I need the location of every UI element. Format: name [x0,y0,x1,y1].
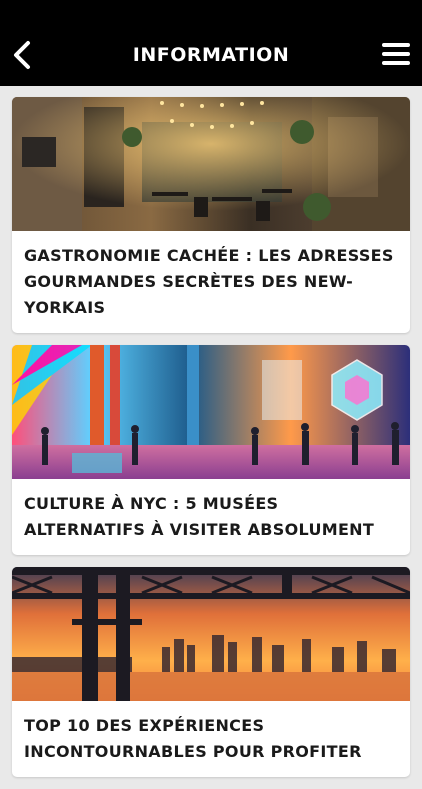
article-card[interactable]: TOP 10 DES EXPÉRIENCES INCONTOURNABLES P… [12,567,410,777]
app-header: INFORMATION [0,0,422,86]
hamburger-menu-icon [382,43,410,65]
article-card[interactable]: GASTRONOMIE CACHÉE : LES ADRESSES GOURMA… [12,97,410,333]
article-list: GASTRONOMIE CACHÉE : LES ADRESSES GOURMA… [12,97,410,789]
menu-button[interactable] [382,41,410,67]
article-image-museum [12,345,410,479]
article-image-courtyard [12,97,410,231]
article-title: TOP 10 DES EXPÉRIENCES INCONTOURNABLES P… [24,716,362,761]
article-title: CULTURE À NYC : 5 MUSÉES ALTERNATIFS À V… [24,494,375,539]
article-card[interactable]: CULTURE À NYC : 5 MUSÉES ALTERNATIFS À V… [12,345,410,555]
page-title: INFORMATION [132,44,290,66]
article-title: GASTRONOMIE CACHÉE : LES ADRESSES GOURMA… [24,246,394,317]
article-image-bridge-sunset [12,567,410,701]
